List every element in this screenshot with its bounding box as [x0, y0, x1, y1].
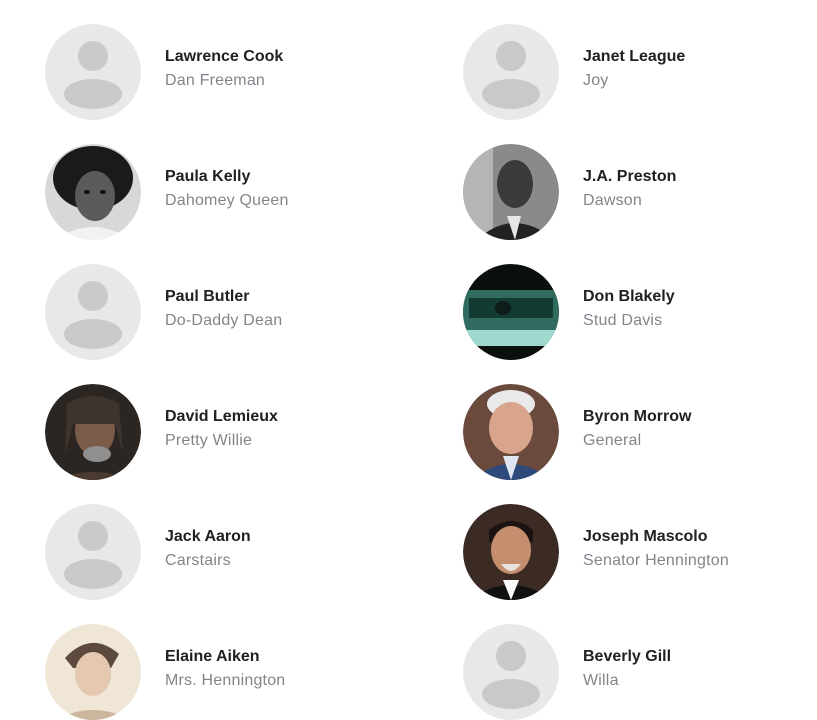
actor-photo [45, 144, 141, 240]
placeholder-person-icon [45, 24, 141, 120]
character-name: Dahomey Queen [165, 192, 289, 209]
character-name: Mrs. Hennington [165, 672, 286, 689]
character-name: Do-Daddy Dean [165, 312, 283, 329]
actor-name: J.A. Preston [583, 168, 677, 185]
actor-name: Paul Butler [165, 288, 250, 305]
actor-name: Beverly Gill [583, 648, 672, 665]
character-name: Joy [583, 72, 609, 89]
actor-name: Don Blakely [583, 288, 675, 305]
placeholder-person-icon [463, 624, 559, 720]
actor-photo [45, 624, 141, 720]
character-name: Carstairs [165, 552, 231, 569]
actor-name: Joseph Mascolo [583, 528, 708, 545]
placeholder-person-icon [463, 24, 559, 120]
cast-item[interactable]: Janet League Joy [463, 24, 817, 120]
actor-name: Jack Aaron [165, 528, 251, 545]
cast-item[interactable]: Joseph Mascolo Senator Hennington [463, 504, 817, 600]
actor-photo [463, 264, 559, 360]
cast-grid: Lawrence Cook Dan Freeman Janet League J… [0, 0, 817, 720]
actor-photo [463, 384, 559, 480]
actor-name: Janet League [583, 48, 686, 65]
actor-photo [45, 384, 141, 480]
cast-item[interactable]: Paul Butler Do-Daddy Dean [45, 264, 425, 360]
cast-item[interactable]: Jack Aaron Carstairs [45, 504, 425, 600]
placeholder-person-icon [45, 264, 141, 360]
character-name: Pretty Willie [165, 432, 253, 449]
cast-item[interactable]: Lawrence Cook Dan Freeman [45, 24, 425, 120]
actor-name: Byron Morrow [583, 408, 692, 425]
character-name: Stud Davis [583, 312, 663, 329]
cast-item[interactable]: Elaine Aiken Mrs. Hennington [45, 624, 425, 720]
actor-name: Paula Kelly [165, 168, 251, 185]
placeholder-person-icon [45, 504, 141, 600]
actor-photo [463, 504, 559, 600]
actor-name: Elaine Aiken [165, 648, 260, 665]
character-name: Dawson [583, 192, 643, 209]
cast-item[interactable]: Beverly Gill Willa [463, 624, 817, 720]
actor-photo [463, 144, 559, 240]
actor-name: David Lemieux [165, 408, 278, 425]
cast-item[interactable]: J.A. Preston Dawson [463, 144, 817, 240]
cast-item[interactable]: Paula Kelly Dahomey Queen [45, 144, 425, 240]
cast-item[interactable]: David Lemieux Pretty Willie [45, 384, 425, 480]
cast-item[interactable]: Don Blakely Stud Davis [463, 264, 817, 360]
cast-item[interactable]: Byron Morrow General [463, 384, 817, 480]
actor-name: Lawrence Cook [165, 48, 284, 65]
character-name: Willa [583, 672, 619, 689]
character-name: Dan Freeman [165, 72, 266, 89]
character-name: General [583, 432, 642, 449]
character-name: Senator Hennington [583, 552, 729, 569]
